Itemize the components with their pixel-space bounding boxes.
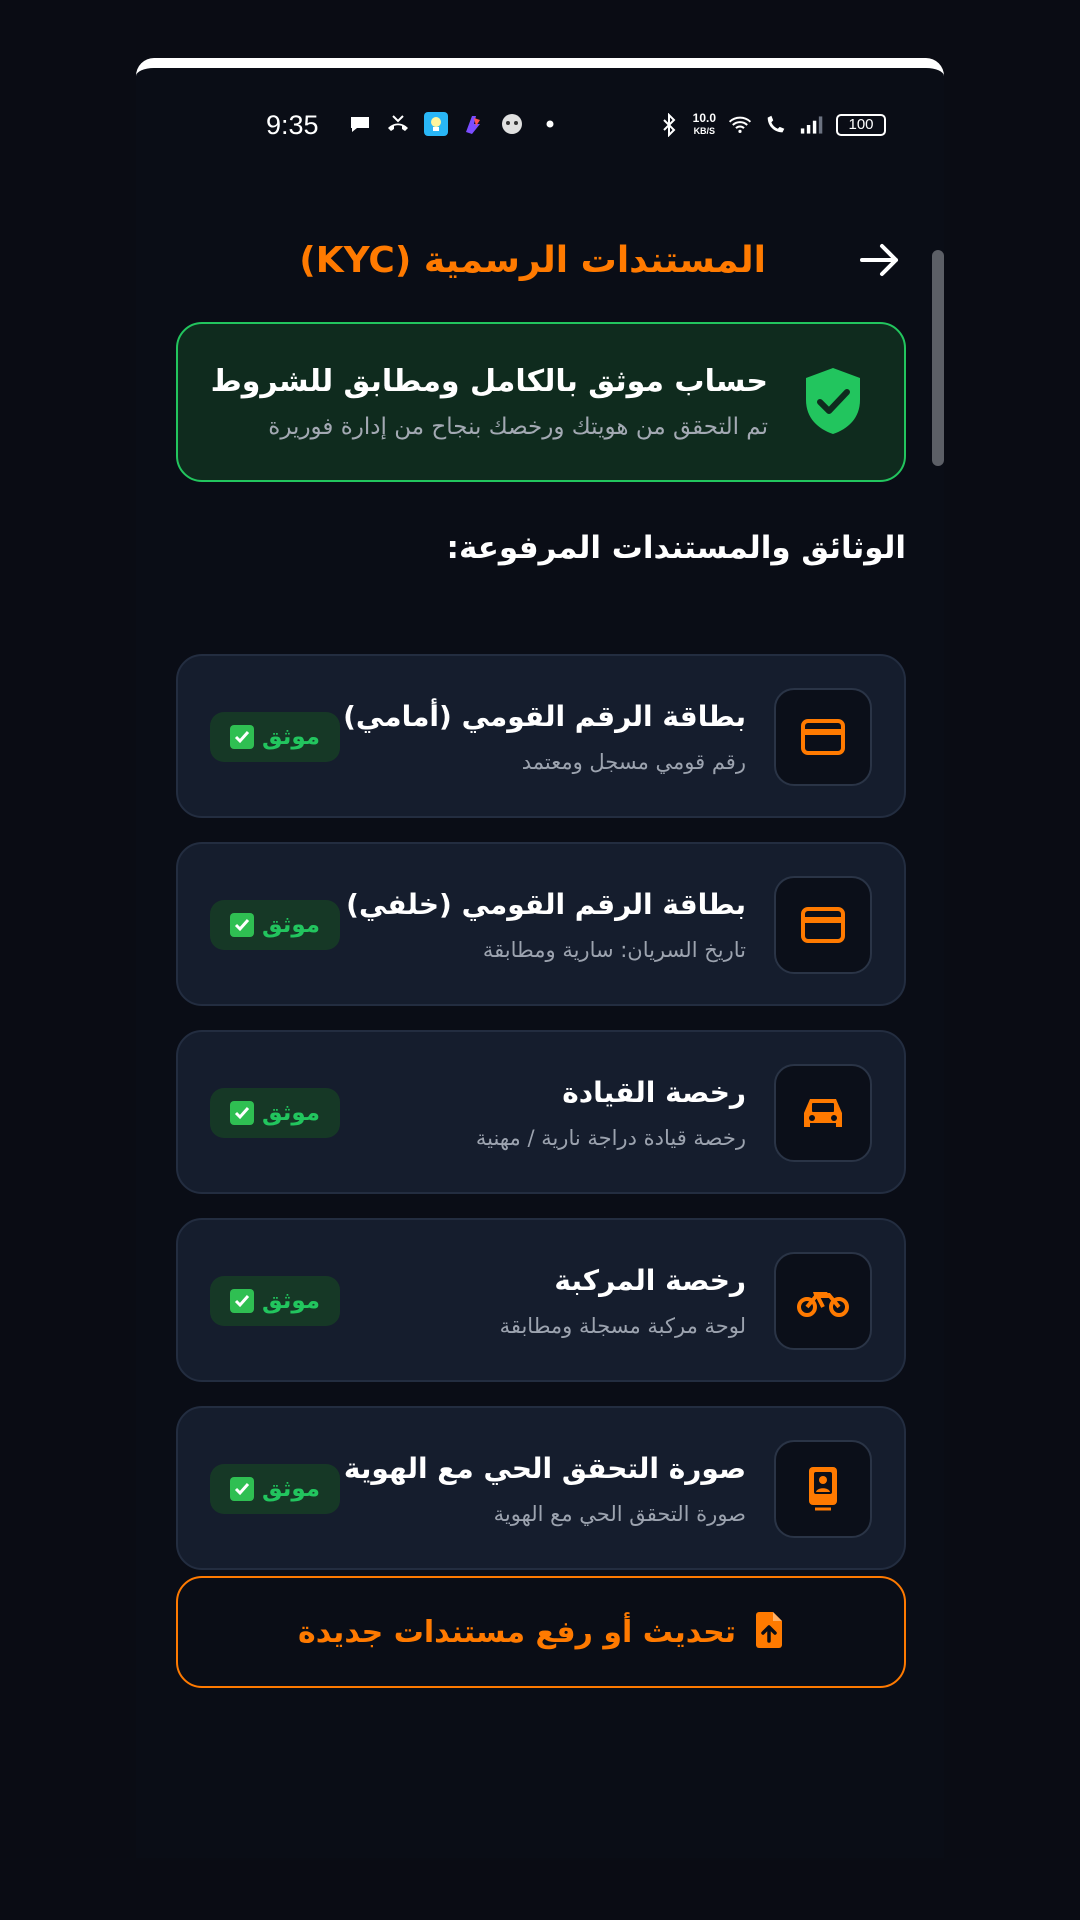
shield-check-icon [804,366,862,436]
chat-icon [348,112,372,136]
id-card-icon [774,688,872,786]
network-speed-unit: KB/S [693,126,716,136]
id-card-icon [774,876,872,974]
car-icon [774,1064,872,1162]
wifi-icon [728,113,752,137]
arrow-right-icon [860,244,898,276]
app-header: المستندات الرسمية (KYC) [136,218,944,298]
scrollbar[interactable] [932,250,944,466]
check-icon [229,725,254,749]
network-speed-value: 10.0 [692,111,716,125]
status-badge: موثق [210,1276,340,1326]
motorcycle-icon [774,1252,872,1350]
bluetooth-icon [657,112,681,137]
signal-icon [800,113,824,137]
document-card-driving-license[interactable]: رخصة القيادة رخصة قيادة دراجة نارية / مه… [176,1030,906,1194]
document-card-national-id-front[interactable]: بطاقة الرقم القومي (أمامي) رقم قومي مسجل… [176,654,906,818]
bulb-app-icon [424,112,448,136]
section-title: الوثائق والمستندات المرفوعة: [446,530,906,566]
document-subtitle: رقم قومي مسجل ومعتمد [521,750,746,774]
check-icon [229,1477,254,1501]
phone-screen: 9:35 10.0 KB/S 100 المستندات الرسمية (KY… [136,58,944,1858]
document-title: بطاقة الرقم القومي (خلفي) [346,888,746,921]
document-title: بطاقة الرقم القومي (أمامي) [343,700,746,733]
system-icons: 10.0 KB/S 100 [657,112,886,137]
document-card-live-verification[interactable]: صورة التحقق الحي مع الهوية صورة التحقق ا… [176,1406,906,1570]
check-icon [229,1101,254,1125]
dot-icon [538,112,562,136]
status-badge: موثق [210,712,340,762]
document-subtitle: صورة التحقق الحي مع الهوية [493,1502,746,1526]
back-button[interactable] [858,240,902,280]
status-bar: 9:35 10.0 KB/S 100 [136,68,944,178]
page-title: المستندات الرسمية (KYC) [299,240,766,281]
document-card-vehicle-license[interactable]: رخصة المركبة لوحة مركبة مسجلة ومطابقة مو… [176,1218,906,1382]
check-icon [229,913,254,937]
status-badge-label: موثق [261,912,321,938]
check-icon [229,1289,254,1313]
status-badge: موثق [210,900,340,950]
battery-indicator: 100 [836,113,886,136]
status-badge: موثق [210,1464,340,1514]
status-badge-label: موثق [261,1476,321,1502]
document-subtitle: رخصة قيادة دراجة نارية / مهنية [475,1126,746,1150]
document-title: صورة التحقق الحي مع الهوية [343,1452,746,1485]
status-badge-label: موثق [261,1288,321,1314]
banner-title: حساب موثق بالكامل ومطابق للشروط [210,364,768,399]
robot-icon [500,112,524,136]
document-subtitle: تاريخ السريان: سارية ومطابقة [482,938,746,962]
document-title: رخصة المركبة [554,1264,746,1297]
upload-button-label: تحديث أو رفع مستندات جديدة [298,1614,736,1650]
file-upload-icon [754,1611,784,1653]
document-subtitle: لوحة مركبة مسجلة ومطابقة [499,1314,746,1338]
status-badge-label: موثق [261,724,321,750]
status-badge: موثق [210,1088,340,1138]
verification-banner: حساب موثق بالكامل ومطابق للشروط تم التحق… [176,322,906,482]
upload-documents-button[interactable]: تحديث أو رفع مستندات جديدة [176,1576,906,1688]
missed-call-icon [386,112,410,136]
selfie-id-icon [774,1440,872,1538]
notification-icons [348,112,562,136]
banner-subtitle: تم التحقق من هويتك ورخصك بنجاح من إدارة … [268,414,768,440]
document-title: رخصة القيادة [562,1076,746,1109]
network-speed: 10.0 KB/S [693,112,716,137]
status-badge-label: موثق [261,1100,321,1126]
document-card-national-id-back[interactable]: بطاقة الرقم القومي (خلفي) تاريخ السريان:… [176,842,906,1006]
wifi-call-icon [764,113,788,137]
app-icon [462,112,486,136]
status-time: 9:35 [266,110,319,140]
